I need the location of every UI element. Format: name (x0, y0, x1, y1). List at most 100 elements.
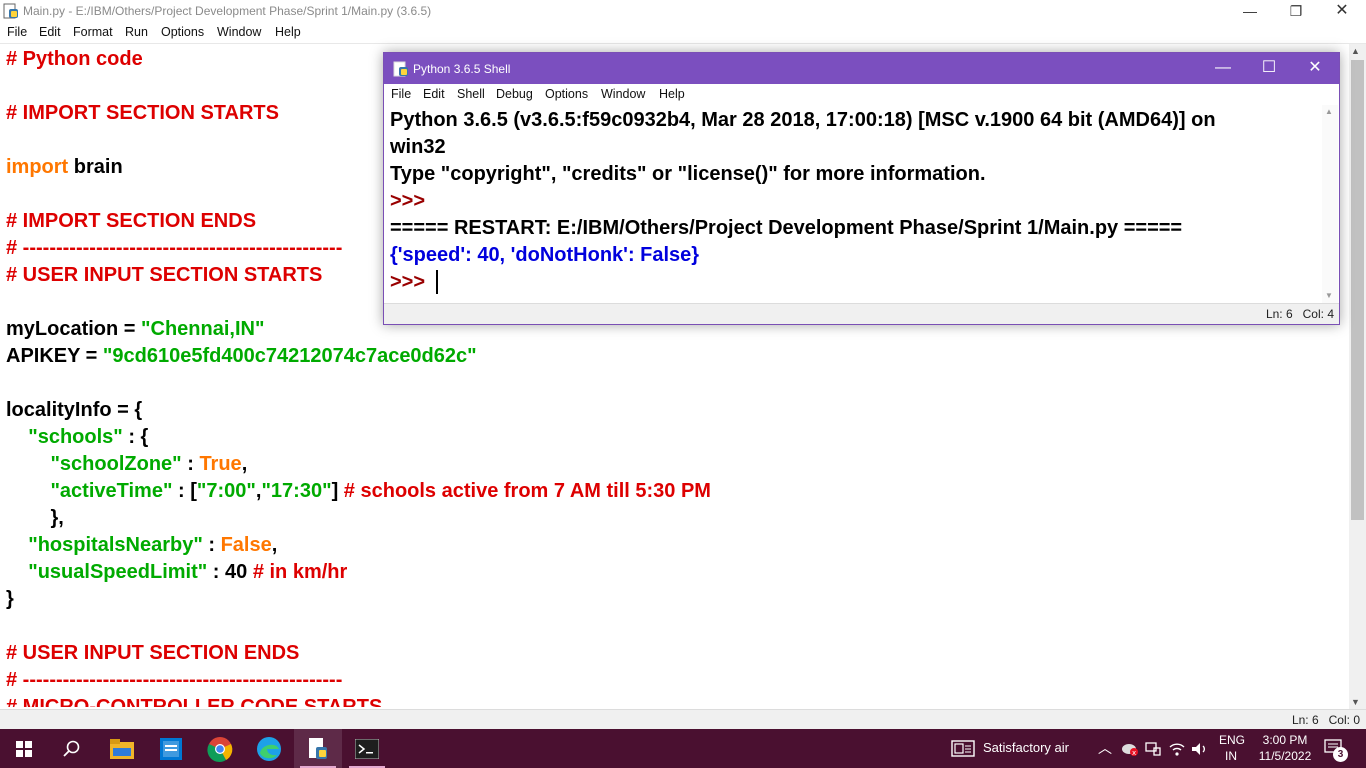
main-menu-bar: File Edit Format Run Options Window Help (0, 23, 1366, 43)
network-icon[interactable] (1145, 741, 1161, 757)
svg-text:x: x (1132, 749, 1136, 757)
shell-status-bar: Ln: 6 Col: 4 (384, 303, 1339, 324)
scroll-down-icon[interactable]: ▼ (1351, 697, 1360, 707)
code-token: import (6, 156, 69, 178)
code-token: "17:30" (261, 480, 332, 502)
code-token: # IMPORT SECTION ENDS (6, 210, 257, 232)
clock-date[interactable]: 11/5/2022 (1255, 749, 1315, 763)
cloud-sync-icon[interactable]: x (1121, 741, 1139, 757)
editor-scrollbar-thumb[interactable] (1351, 60, 1364, 520)
shell-scroll-up-icon[interactable]: ▲ (1325, 107, 1333, 116)
code-line: "usualSpeedLimit" : 40 # in km/hr (6, 560, 347, 584)
code-token: localityInfo = { (6, 399, 143, 421)
main-window-title: Main.py - E:/IBM/Others/Project Developm… (23, 4, 432, 18)
menu-options[interactable]: Options (161, 25, 204, 39)
scroll-up-icon[interactable]: ▲ (1351, 46, 1360, 56)
menu-window[interactable]: Window (217, 25, 261, 39)
weather-status[interactable]: Satisfactory air (983, 740, 1069, 755)
code-token: # Python code (6, 48, 143, 70)
code-line: # --------------------------------------… (6, 236, 342, 260)
code-line: } (6, 587, 14, 611)
shell-menu-options[interactable]: Options (545, 87, 588, 101)
shell-maximize-button[interactable]: ☐ (1246, 53, 1292, 84)
code-line: import brain (6, 155, 123, 179)
shell-menu-shell[interactable]: Shell (457, 87, 485, 101)
language-indicator[interactable]: ENG (1219, 733, 1245, 747)
shell-menu-debug[interactable]: Debug (496, 87, 533, 101)
code-token: : [ (172, 480, 197, 502)
code-token: "9cd610e5fd400c74212074c7ace0d62c" (102, 345, 477, 367)
code-token: "hospitalsNearby" (28, 534, 203, 556)
air-quality-icon[interactable] (951, 740, 975, 757)
shell-line: >>> (390, 271, 431, 293)
code-token: "Chennai,IN" (141, 318, 265, 340)
minimize-button[interactable]: — (1227, 0, 1273, 23)
shell-line: ===== RESTART: E:/IBM/Others/Project Dev… (390, 217, 1183, 239)
start-icon[interactable] (0, 729, 48, 768)
shell-menu-file[interactable]: File (391, 87, 411, 101)
code-line: }, (6, 506, 64, 530)
shell-title-bar[interactable]: Python 3.6.5 Shell — ☐ ✕ (384, 53, 1339, 84)
shell-output[interactable]: Python 3.6.5 (v3.6.5:f59c0932b4, Mar 28 … (384, 105, 1322, 303)
code-token: "activeTime" (50, 480, 173, 502)
store-icon[interactable] (147, 729, 195, 768)
code-token: True (199, 453, 242, 475)
main-title-bar[interactable]: Main.py - E:/IBM/Others/Project Developm… (0, 0, 1366, 23)
region-indicator[interactable]: IN (1225, 749, 1237, 763)
search-icon[interactable] (48, 729, 96, 768)
menu-run[interactable]: Run (125, 25, 148, 39)
volume-icon[interactable] (1191, 741, 1209, 757)
shell-line: {'speed': 40, 'doNotHonk': False} (390, 244, 700, 266)
code-token: # USER INPUT SECTION ENDS (6, 642, 300, 664)
restore-button[interactable]: ❐ (1273, 0, 1319, 23)
shell-scroll-down-icon[interactable]: ▼ (1325, 291, 1333, 300)
python-file-icon (3, 3, 18, 19)
menu-edit[interactable]: Edit (39, 25, 61, 39)
code-token: , (271, 534, 278, 556)
menu-format[interactable]: Format (73, 25, 113, 39)
file-explorer-icon[interactable] (98, 729, 146, 768)
menu-file[interactable]: File (7, 25, 27, 39)
close-button[interactable]: ✕ (1319, 0, 1365, 23)
code-line: "hospitalsNearby" : False, (6, 533, 277, 557)
shell-window-title: Python 3.6.5 Shell (413, 62, 511, 76)
code-line: localityInfo = { (6, 398, 142, 422)
edge-icon[interactable] (245, 729, 293, 768)
code-line: # USER INPUT SECTION ENDS (6, 641, 299, 665)
terminal-icon[interactable] (343, 729, 391, 768)
code-line: # IMPORT SECTION ENDS (6, 209, 256, 233)
idle-taskbar-icon[interactable] (294, 729, 342, 768)
code-token: : { (122, 426, 149, 448)
menu-help[interactable]: Help (275, 25, 301, 39)
shell-line: Python 3.6.5 (v3.6.5:f59c0932b4, Mar 28 … (390, 109, 1216, 131)
editor-status-bar: Ln: 6 Col: 0 (0, 709, 1366, 730)
wifi-icon[interactable] (1168, 741, 1186, 757)
shell-menu-help[interactable]: Help (659, 87, 685, 101)
code-token: False (220, 534, 272, 556)
shell-minimize-button[interactable]: — (1200, 53, 1246, 84)
code-token: "schools" (28, 426, 123, 448)
shell-menu-edit[interactable]: Edit (423, 87, 445, 101)
clock-time[interactable]: 3:00 PM (1260, 733, 1310, 747)
shell-scrollbar[interactable]: ▲ ▼ (1322, 105, 1338, 303)
shell-menu-window[interactable]: Window (601, 87, 645, 101)
code-token: APIKEY = (6, 345, 103, 367)
chevron-up-icon[interactable]: ︿ (1098, 738, 1112, 758)
chrome-icon[interactable] (196, 729, 244, 768)
notification-count-badge: 3 (1333, 747, 1348, 762)
code-token: , (241, 453, 248, 475)
code-token: "usualSpeedLimit" (28, 561, 208, 583)
python-shell-window[interactable]: Python 3.6.5 Shell — ☐ ✕ File Edit Shell… (383, 52, 1340, 325)
code-token: # USER INPUT SECTION STARTS (6, 264, 323, 286)
code-token: "schoolZone" (50, 453, 182, 475)
shell-line: >>> (390, 190, 431, 212)
code-line: # USER INPUT SECTION STARTS (6, 263, 322, 287)
code-token: }, (6, 507, 64, 529)
code-token: : (202, 534, 221, 556)
shell-close-button[interactable]: ✕ (1292, 53, 1338, 84)
code-token: brain (68, 156, 123, 178)
